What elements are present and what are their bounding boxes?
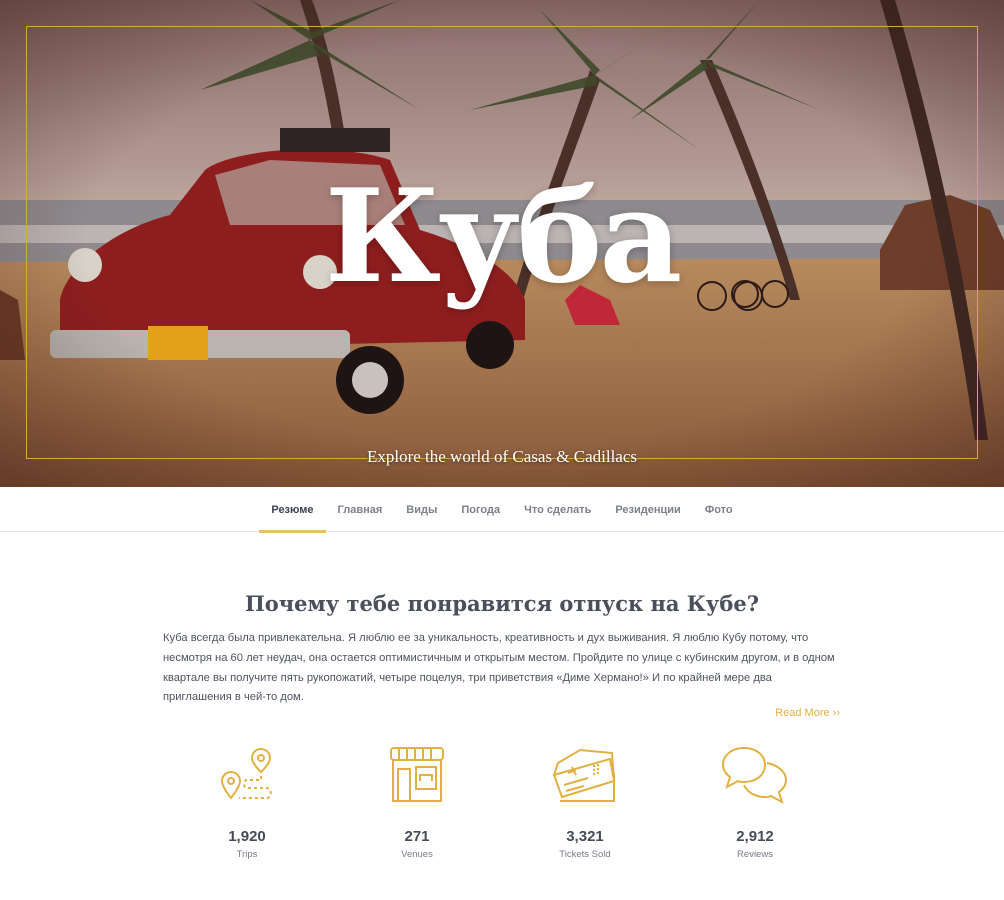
- tab-photos[interactable]: Фото: [693, 487, 745, 532]
- stat-label: Venues: [401, 849, 433, 860]
- map-route-icon: [220, 747, 272, 800]
- hero-title: Куба: [324, 162, 683, 312]
- tab-things-to-do[interactable]: Что сделать: [512, 487, 603, 532]
- nav-items: Резюме Главная Виды Погода Что сделать Р…: [0, 487, 1004, 533]
- stat-trips: 1,920 Trips: [172, 745, 322, 865]
- tab-weather[interactable]: Погода: [449, 487, 512, 532]
- read-more-link[interactable]: Read More ››: [740, 704, 840, 722]
- chat-bubbles-icon: [721, 746, 788, 805]
- stat-value: 1,920: [228, 828, 266, 845]
- hero-tagline: Explore the world of Casas & Cadillacs: [366, 447, 638, 466]
- section-nav: Резюме Главная Виды Погода Что сделать Р…: [0, 487, 1004, 533]
- stat-value: 271: [404, 828, 430, 845]
- tickets-icon: [552, 748, 616, 802]
- tab-summary[interactable]: Резюме: [259, 487, 326, 533]
- stat-label: Trips: [236, 849, 258, 860]
- stat-label: Tickets Sold: [559, 849, 611, 860]
- stat-value: 3,321: [566, 828, 604, 845]
- tab-residences[interactable]: Резиденции: [603, 487, 692, 532]
- intro-paragraph: Куба всегда была привлекательна. Я люблю…: [163, 632, 835, 704]
- stat-label: Reviews: [737, 849, 773, 860]
- hero-banner: Куба Explore the world of Casas & Cadill…: [0, 0, 1004, 487]
- stat-tickets: 3,321 Tickets Sold: [510, 745, 660, 865]
- tab-home[interactable]: Главная: [326, 487, 395, 532]
- section-title: Почему тебе понравится отпуск на Кубе?: [244, 591, 760, 616]
- stat-value: 2,912: [736, 828, 774, 845]
- tab-views[interactable]: Виды: [394, 487, 449, 532]
- stat-reviews: 2,912 Reviews: [680, 745, 830, 865]
- stat-venues: 271 Venues: [342, 745, 492, 865]
- storefront-icon: [390, 747, 444, 802]
